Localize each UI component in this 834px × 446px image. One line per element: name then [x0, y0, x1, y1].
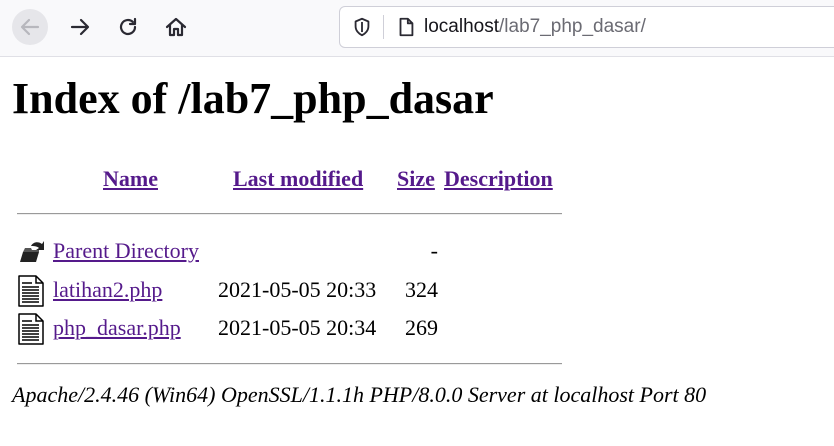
reload-icon: [119, 17, 137, 36]
column-header-name[interactable]: Name: [103, 166, 158, 192]
url-host: localhost: [424, 16, 499, 37]
address-bar[interactable]: localhost/lab7_php_dasar/: [339, 6, 834, 48]
address-bar-divider: [383, 15, 384, 39]
table-row: php_dasar.php 2021-05-05 20:34 269: [0, 311, 600, 345]
column-header-description[interactable]: Description: [444, 166, 553, 192]
footer-divider: [17, 363, 562, 365]
arrow-left-icon: [20, 18, 40, 36]
browser-toolbar: localhost/lab7_php_dasar/: [0, 0, 834, 57]
row-size: -: [430, 238, 438, 263]
column-header-size[interactable]: Size: [397, 166, 435, 192]
back-button[interactable]: [12, 9, 48, 45]
page-title: Index of /lab7_php_dasar: [12, 74, 494, 123]
table-row: latihan2.php 2021-05-05 20:33 324: [0, 273, 600, 307]
shield-icon[interactable]: [351, 16, 373, 38]
home-button[interactable]: [158, 9, 194, 45]
file-link[interactable]: latihan2.php: [53, 277, 162, 303]
table-row: Parent Directory -: [0, 234, 600, 268]
arrow-right-icon: [70, 18, 90, 36]
url-path: /lab7_php_dasar/: [499, 16, 646, 37]
page-icon[interactable]: [395, 16, 417, 38]
row-size: 324: [405, 277, 438, 302]
row-modified: 2021-05-05 20:33: [218, 277, 377, 302]
back-folder-icon: [20, 241, 44, 262]
row-size: 269: [405, 315, 438, 340]
forward-button[interactable]: [62, 9, 98, 45]
home-icon: [165, 17, 187, 37]
text-file-icon: [18, 275, 44, 307]
url-text[interactable]: localhost/lab7_php_dasar/: [424, 16, 646, 38]
text-file-icon: [18, 313, 44, 345]
server-signature: Apache/2.4.46 (Win64) OpenSSL/1.1.1h PHP…: [12, 382, 707, 407]
parent-directory-link[interactable]: Parent Directory: [53, 238, 199, 264]
file-link[interactable]: php_dasar.php: [53, 315, 181, 341]
row-modified: 2021-05-05 20:34: [218, 315, 377, 340]
reload-button[interactable]: [110, 9, 146, 45]
header-divider: [17, 213, 562, 215]
column-header-last-modified[interactable]: Last modified: [233, 166, 363, 192]
